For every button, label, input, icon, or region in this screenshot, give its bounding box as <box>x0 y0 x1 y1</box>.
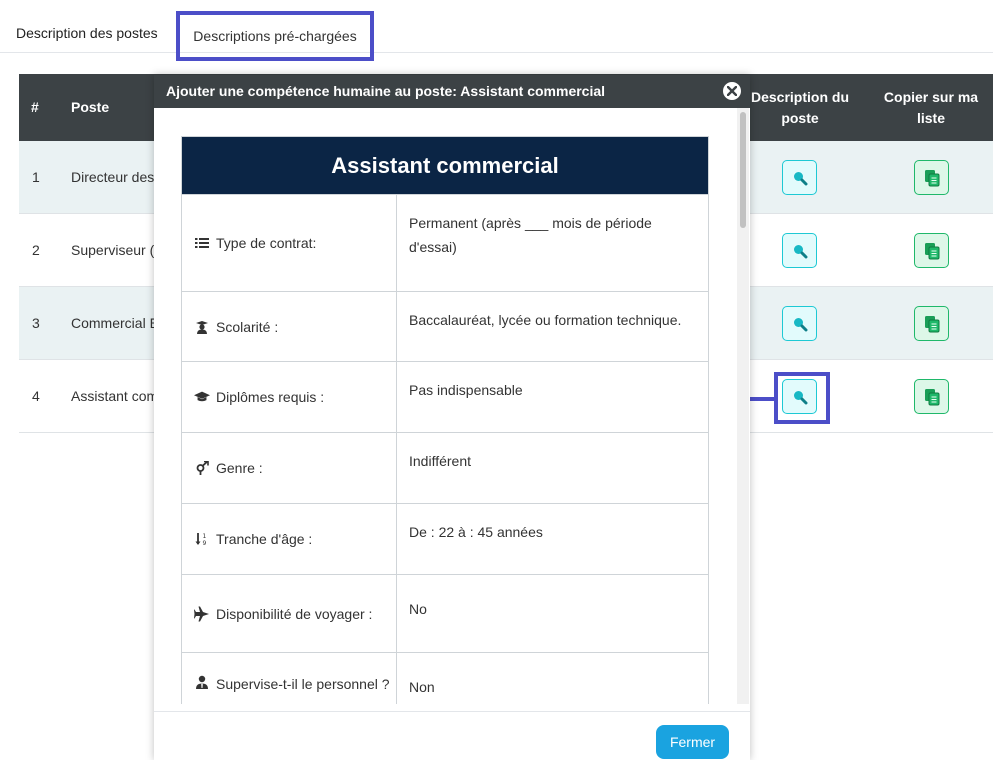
add-competence-modal: Ajouter une compétence humaine au poste:… <box>154 75 750 760</box>
detail-label: 19 Tranche d'âge : <box>182 504 397 574</box>
list-icon <box>194 237 210 249</box>
header-description: Description du poste <box>750 88 849 126</box>
detail-label: Scolarité : <box>182 292 397 361</box>
detail-label-text: Scolarité : <box>216 318 279 335</box>
modal-title: Ajouter une compétence humaine au poste:… <box>154 75 750 108</box>
close-icon <box>727 86 737 96</box>
copy-to-list-button[interactable] <box>914 379 949 414</box>
row-poste: Superviseur ( <box>71 242 155 258</box>
detail-label: Disponibilité de voyager : <box>182 575 397 652</box>
gender-icon <box>194 461 210 475</box>
plane-icon <box>194 606 210 622</box>
detail-value: Permanent (après ___ mois de période d'e… <box>409 215 652 255</box>
detail-value: Baccalauréat, lycée ou formation techniq… <box>409 312 682 328</box>
fermer-button[interactable]: Fermer <box>656 725 729 759</box>
row-poste: Assistant com <box>71 388 159 404</box>
row-number: 3 <box>32 315 40 331</box>
detail-row-scolarite: Scolarité : Baccalauréat, lycée ou forma… <box>182 291 708 361</box>
highlight-annotation <box>774 372 830 424</box>
copy-icon <box>924 242 939 259</box>
detail-value: Non <box>409 679 435 695</box>
row-number: 1 <box>32 169 40 185</box>
modal-body: Assistant commercial Type de contrat: Pe… <box>154 108 750 704</box>
tab-descriptions-pre-chargees[interactable]: Descriptions pré-chargées <box>176 11 374 61</box>
tab-description-des-postes[interactable]: Description des postes <box>16 14 158 54</box>
svg-text:1: 1 <box>203 533 207 540</box>
detail-label-text: Genre : <box>216 460 263 476</box>
header-poste: Poste <box>71 99 110 115</box>
detail-label: Genre : <box>182 433 397 503</box>
detail-row-diplomes: Diplômes requis : Pas indispensable <box>182 361 708 432</box>
detail-label-text: Disponibilité de voyager : <box>216 605 373 622</box>
detail-row-supervise: Supervise-t-il le personnel ? Non <box>182 652 708 704</box>
header-num: # <box>31 99 39 115</box>
row-number: 2 <box>32 242 40 258</box>
detail-row-voyager: Disponibilité de voyager : No <box>182 574 708 652</box>
tab-bar: Description des postes Descriptions pré-… <box>0 0 993 61</box>
copy-icon <box>924 388 939 405</box>
detail-value: No <box>409 601 427 617</box>
view-description-button[interactable] <box>782 306 817 341</box>
search-icon <box>793 317 807 331</box>
detail-label-text: Type de contrat: <box>216 235 317 251</box>
page-root: Description des postes Descriptions pré-… <box>0 0 993 760</box>
scroll-thumb[interactable] <box>740 112 746 228</box>
row-poste: Commercial E <box>71 315 159 331</box>
detail-value: Pas indispensable <box>409 382 523 398</box>
search-icon <box>793 244 807 258</box>
view-description-button[interactable] <box>782 233 817 268</box>
job-description-card: Assistant commercial Type de contrat: Pe… <box>181 136 709 704</box>
modal-footer: Fermer <box>154 711 750 760</box>
detail-label-text: Tranche d'âge : <box>216 531 313 547</box>
detail-row-genre: Genre : Indifférent <box>182 432 708 503</box>
detail-label: Diplômes requis : <box>182 362 397 432</box>
detail-value: Indifférent <box>409 453 472 469</box>
copy-to-list-button[interactable] <box>914 233 949 268</box>
search-icon <box>793 171 807 185</box>
job-title: Assistant commercial <box>182 137 708 194</box>
modal-close-button[interactable] <box>721 80 743 102</box>
user-tie-icon <box>194 675 210 689</box>
header-copier: Copier sur ma liste <box>883 88 979 126</box>
copy-icon <box>924 169 939 186</box>
detail-label: Supervise-t-il le personnel ? <box>182 653 397 704</box>
detail-label-text: Diplômes requis : <box>216 389 325 405</box>
row-number: 4 <box>32 388 40 404</box>
svg-text:9: 9 <box>203 540 207 546</box>
graduation-cap-icon <box>194 391 210 403</box>
detail-value: De : 22 à : 45 années <box>409 524 543 540</box>
sort-numeric-icon: 19 <box>194 532 210 546</box>
detail-label: Type de contrat: <box>182 195 397 291</box>
detail-row-age: 19 Tranche d'âge : De : 22 à : 45 années <box>182 503 708 574</box>
copy-to-list-button[interactable] <box>914 160 949 195</box>
modal-scrollbar[interactable] <box>737 108 749 704</box>
highlight-connector <box>750 397 776 401</box>
detail-row-contrat: Type de contrat: Permanent (après ___ mo… <box>182 194 708 291</box>
student-icon <box>194 320 210 334</box>
copy-to-list-button[interactable] <box>914 306 949 341</box>
detail-label-text: Supervise-t-il le personnel ? <box>216 676 390 692</box>
row-poste: Directeur des <box>71 169 155 185</box>
view-description-button[interactable] <box>782 160 817 195</box>
copy-icon <box>924 315 939 332</box>
